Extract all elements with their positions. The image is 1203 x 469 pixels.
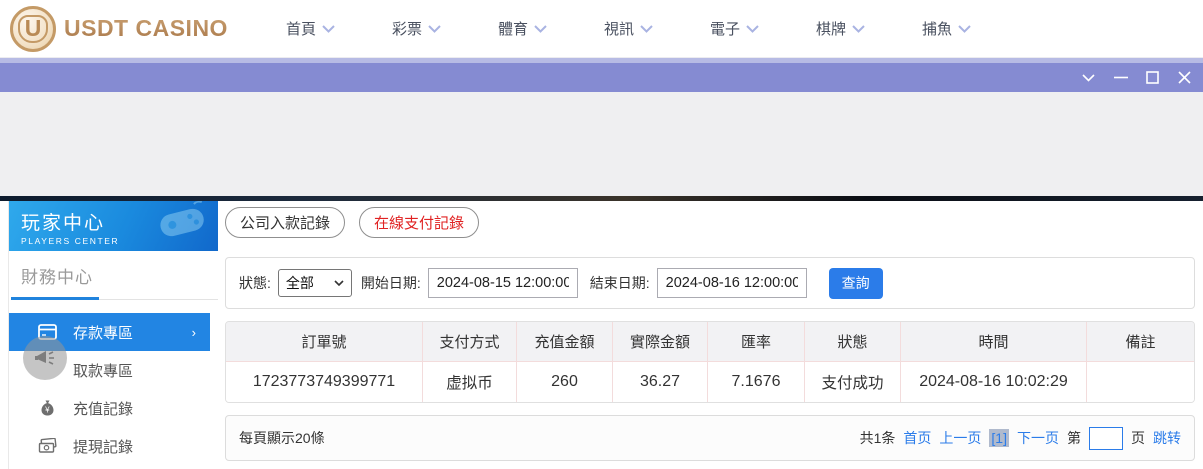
current-page-indicator: [1]: [989, 429, 1009, 447]
minimize-button[interactable]: [1110, 67, 1131, 88]
megaphone-icon: [34, 348, 56, 368]
start-date-input[interactable]: [428, 268, 578, 298]
empty-gray-region: [0, 92, 1203, 196]
record-tabs: 公司入款記錄 在線支付記錄: [225, 207, 1195, 238]
per-page-label: 每頁顯示20條: [239, 428, 325, 448]
main-nav: 首頁 彩票 體育 視訊 電子 棋牌 捕魚: [286, 18, 971, 39]
section-underline: [9, 297, 218, 300]
col-header-recharge-amount: 充值金額: [516, 322, 612, 362]
chevron-down-icon: [640, 25, 653, 33]
sidebar-header: 玩家中心 PLAYERS CENTER: [9, 201, 218, 251]
col-header-remark: 備註: [1086, 322, 1194, 362]
pagination-controls: 共1条 首页 上一页 [1] 下一页 第 页 跳转: [860, 427, 1181, 450]
chevron-down-icon: [322, 25, 335, 33]
sidebar-item-label: 充值記錄: [73, 398, 133, 419]
next-page-link[interactable]: 下一页: [1017, 428, 1059, 448]
chevron-down-icon: [428, 25, 441, 33]
close-button[interactable]: [1174, 67, 1195, 88]
logo-coin-icon: U: [10, 6, 56, 52]
svg-text:¥: ¥: [44, 406, 50, 415]
nav-item-fishing[interactable]: 捕魚: [922, 18, 971, 39]
status-select[interactable]: 全部: [278, 269, 352, 297]
sidebar-item-label: 提現記錄: [73, 436, 133, 457]
top-header: U USDT CASINO 首頁 彩票 體育 視訊 電子 棋牌 捕魚: [0, 0, 1203, 58]
nav-item-home[interactable]: 首頁: [286, 18, 335, 39]
sidebar-item-recharge-records[interactable]: ¥ 充值記錄: [9, 389, 218, 427]
sidebar-item-label: 存款專區: [73, 322, 133, 343]
tab-online-payment-records[interactable]: 在線支付記錄: [359, 207, 479, 238]
cell-remark: [1086, 362, 1194, 402]
total-count-label: 共1条: [860, 428, 896, 448]
col-header-rate: 匯率: [707, 322, 804, 362]
nav-label: 體育: [498, 18, 528, 39]
filter-bar: 狀態: 全部 開始日期: 結束日期: 查詢: [225, 257, 1195, 309]
nav-item-video[interactable]: 視訊: [604, 18, 653, 39]
jump-button[interactable]: 跳转: [1153, 428, 1181, 448]
status-select-value: 全部: [286, 273, 314, 293]
col-header-pay-method: 支付方式: [422, 322, 516, 362]
nav-label: 電子: [710, 18, 740, 39]
first-page-link[interactable]: 首页: [903, 428, 931, 448]
finance-center-label: 財務中心: [21, 263, 218, 288]
money-bag-icon: ¥: [37, 398, 57, 418]
maximize-button[interactable]: [1142, 67, 1163, 88]
chevron-down-icon: [746, 25, 759, 33]
col-header-order-no: 訂單號: [226, 322, 422, 362]
nav-label: 彩票: [392, 18, 422, 39]
window-titlebar: [0, 63, 1203, 92]
status-label: 狀態:: [239, 273, 271, 293]
tab-company-deposit-records[interactable]: 公司入款記錄: [225, 207, 345, 238]
page-jump-input[interactable]: [1089, 427, 1123, 450]
end-date-input[interactable]: [657, 268, 807, 298]
table-header-row: 訂單號 支付方式 充值金額 實際金額 匯率 狀態 時間 備註: [226, 322, 1194, 362]
table-row: 1723773749399771 虚拟币 260 36.27 7.1676 支付…: [226, 362, 1194, 402]
cell-status: 支付成功: [804, 362, 900, 402]
page-prefix-label: 第: [1067, 428, 1081, 448]
page-suffix-label: 页: [1131, 428, 1145, 448]
payment-records-table: 訂單號 支付方式 充值金額 實際金額 匯率 狀態 時間 備註 172377374…: [225, 321, 1195, 403]
end-date-label: 結束日期:: [590, 273, 650, 293]
cell-order-no: 1723773749399771: [226, 362, 422, 402]
select-caret-icon: [334, 280, 344, 286]
search-button[interactable]: 查詢: [829, 268, 883, 299]
nav-label: 視訊: [604, 18, 634, 39]
sidebar-item-label: 取款專區: [73, 360, 133, 381]
pagination-bar: 每頁顯示20條 共1条 首页 上一页 [1] 下一页 第 页 跳转: [225, 415, 1195, 461]
cell-pay-method: 虚拟币: [422, 362, 516, 402]
chevron-down-icon[interactable]: [1078, 67, 1099, 88]
start-date-label: 開始日期:: [361, 273, 421, 293]
floating-toggle-button[interactable]: [23, 336, 67, 380]
nav-label: 捕魚: [922, 18, 952, 39]
col-header-status: 狀態: [804, 322, 900, 362]
chevron-down-icon: [958, 25, 971, 33]
chevron-right-icon: ›: [192, 325, 196, 340]
cell-recharge-amount: 260: [516, 362, 612, 402]
content-area: 玩家中心 PLAYERS CENTER 財務中心 存款專區 ›: [0, 201, 1203, 469]
chevron-down-icon: [534, 25, 547, 33]
nav-item-sports[interactable]: 體育: [498, 18, 547, 39]
col-header-time: 時間: [900, 322, 1086, 362]
records-panel: 公司入款記錄 在線支付記錄 狀態: 全部 開始日期: 結束日期: 查詢 訂單號 …: [225, 207, 1195, 461]
logo-letter: U: [18, 15, 49, 43]
chevron-down-icon: [852, 25, 865, 33]
prev-page-link[interactable]: 上一页: [939, 428, 981, 448]
col-header-actual-amount: 實際金額: [612, 322, 707, 362]
nav-item-slots[interactable]: 電子: [710, 18, 759, 39]
sidebar-item-withdraw-records[interactable]: 提現記錄: [9, 427, 218, 465]
cell-actual-amount: 36.27: [612, 362, 707, 402]
nav-label: 首頁: [286, 18, 316, 39]
cell-time: 2024-08-16 10:02:29: [900, 362, 1086, 402]
nav-label: 棋牌: [816, 18, 846, 39]
banknote-icon: [37, 436, 57, 456]
cell-rate: 7.1676: [707, 362, 804, 402]
logo-text: USDT CASINO: [64, 15, 228, 42]
player-center-sidebar: 玩家中心 PLAYERS CENTER 財務中心 存款專區 ›: [8, 201, 218, 469]
nav-item-cards[interactable]: 棋牌: [816, 18, 865, 39]
site-logo[interactable]: U USDT CASINO: [10, 6, 228, 52]
nav-item-lottery[interactable]: 彩票: [392, 18, 441, 39]
